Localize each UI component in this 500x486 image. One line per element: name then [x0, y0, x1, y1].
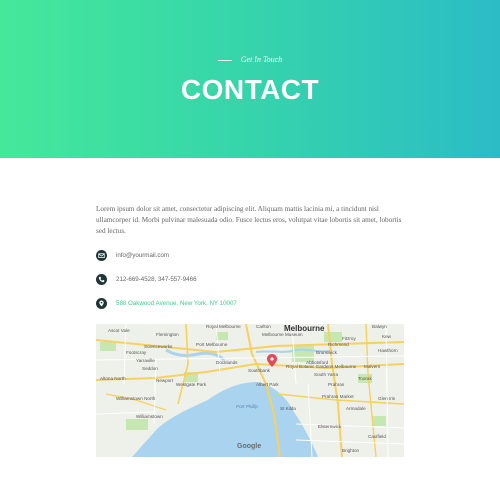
contact-address-link[interactable]: 588 Oakwood Avenue, New York, NY 10007	[116, 300, 237, 307]
page-title: CONTACT	[180, 74, 320, 105]
contact-address-row: 588 Oakwood Avenue, New York, NY 10007	[96, 297, 237, 309]
contact-phone[interactable]: 212-669-4528, 347-557-9466	[116, 276, 197, 283]
map-place-label: Abbotsford	[306, 360, 329, 365]
contact-phone-row: 212-669-4528, 347-557-9466	[96, 273, 197, 285]
map-place-label: Prahran	[328, 382, 345, 387]
map-place-label: Newport	[156, 378, 174, 383]
map-place-label: Brunswick	[316, 350, 338, 355]
contact-email-row: info@yourmail.com	[96, 249, 169, 261]
email-icon	[96, 249, 107, 261]
map-place-label: Scienceworks	[144, 344, 173, 349]
map-place-label: Armadale	[346, 406, 366, 411]
map-place-label: Hawthorn	[378, 348, 398, 353]
contact-section: Lorem ipsum dolor sit amet, consectetur …	[96, 204, 404, 309]
map-place-label: Caulfield	[368, 434, 386, 439]
map-canvas[interactable]: Melbourne Brunswick Fitzroy Kew Balwyn A…	[96, 324, 404, 457]
map-place-label: Yarraville	[136, 358, 155, 363]
phone-icon	[96, 273, 107, 285]
map-place-label: South Yarra	[314, 372, 339, 377]
hero-eyebrow: Get In Touch	[0, 55, 500, 64]
map-place-label: Brighton	[342, 448, 360, 453]
map-place-label: Westgate Park	[176, 382, 207, 387]
map-place-label: Toorak	[358, 376, 372, 381]
map-place-label: Richmond	[328, 342, 349, 347]
map-place-label: Balwyn	[372, 324, 387, 329]
map-place-label: Williamstown North	[116, 396, 156, 401]
map-place-label: Ascot Vale	[108, 328, 130, 333]
map-park	[216, 332, 228, 340]
intro-paragraph: Lorem ipsum dolor sit amet, consectetur …	[96, 205, 402, 235]
map-pin-icon	[96, 297, 107, 309]
map-place-label: Altona North	[100, 376, 126, 381]
map-place-label: Docklands	[216, 360, 238, 365]
map-place-label: Prahran Market	[322, 394, 354, 399]
map-place-label: Royal Melbourne	[206, 324, 241, 329]
map-place-label: Port Melbourne	[196, 342, 228, 347]
map-place-label: Albert Park	[256, 382, 279, 387]
map-place-label: Flemington	[156, 332, 179, 337]
map-place-label: Melbourne Museum	[262, 332, 303, 337]
map-place-label: Seddon	[142, 366, 158, 371]
hero-banner: Get In Touch CONTACT	[0, 0, 500, 158]
google-attribution[interactable]: Google	[237, 443, 261, 450]
map-place-label: Williamstown	[136, 414, 163, 419]
eyebrow-divider	[217, 59, 232, 61]
contact-email[interactable]: info@yourmail.com	[116, 252, 169, 259]
map-place-label: Malvern	[364, 364, 381, 369]
map-place-label: Glen Iris	[378, 396, 396, 401]
map-place-label: Fitzroy	[342, 336, 356, 341]
map-park	[324, 332, 342, 342]
map-park	[100, 342, 116, 351]
map-place-label: Footscray	[126, 350, 147, 355]
eyebrow-text: Get In Touch	[240, 55, 283, 64]
map-place-label: Carlton	[256, 324, 271, 329]
map-place-label: St Kilda	[280, 406, 296, 411]
map-place-label: Elsternwick	[318, 424, 342, 429]
map-water-label: Port Phillip	[236, 404, 258, 409]
embedded-map[interactable]: Melbourne Brunswick Fitzroy Kew Balwyn A…	[96, 324, 404, 457]
map-place-label: Kew	[382, 334, 392, 339]
map-park	[126, 419, 148, 430]
map-park	[372, 416, 386, 426]
map-place-label: Southbank	[248, 368, 271, 373]
